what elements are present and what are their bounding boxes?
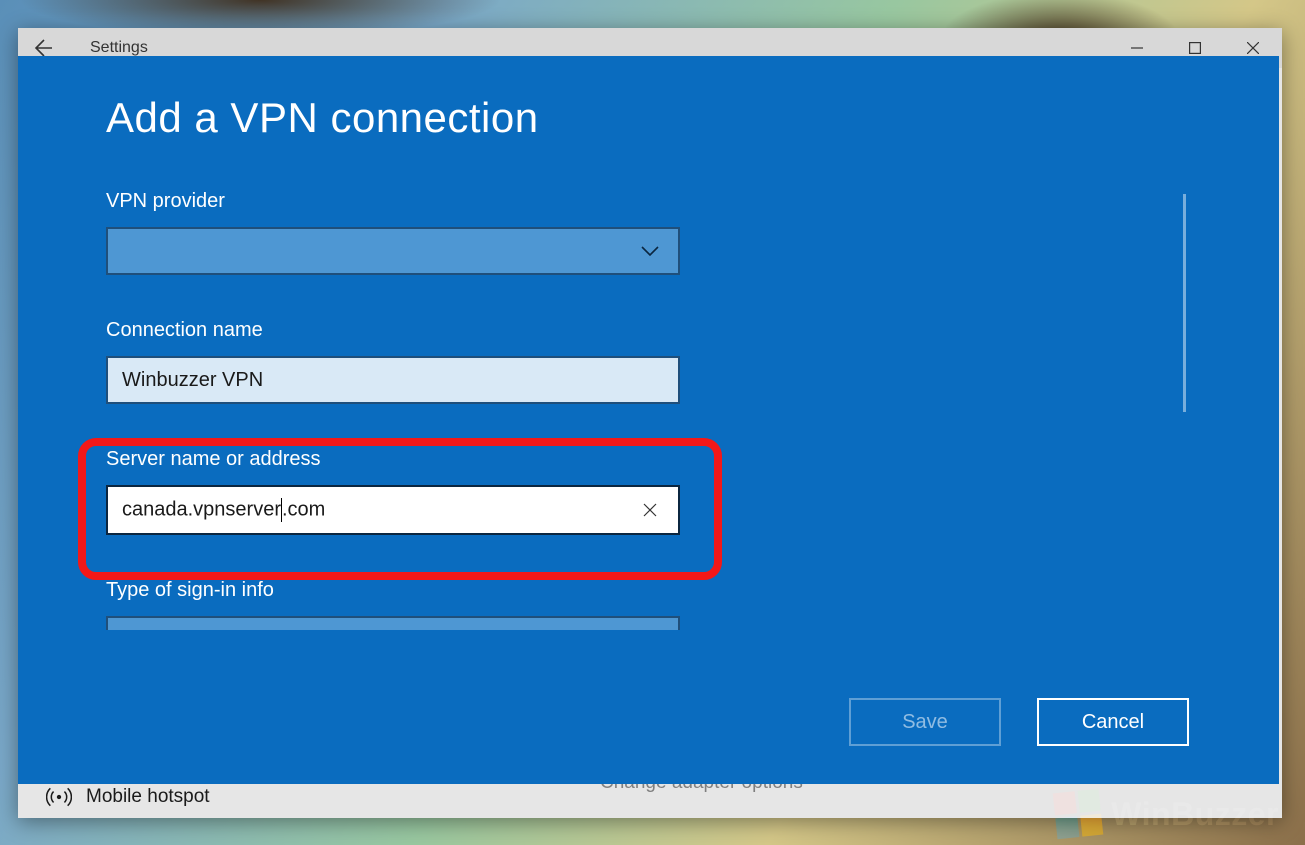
vpn-provider-dropdown[interactable]: [106, 227, 680, 275]
watermark-text: WinBuzzer: [1111, 796, 1279, 833]
connection-name-value: Winbuzzer VPN: [122, 369, 263, 392]
close-icon: [1247, 42, 1259, 54]
sidebar-item-label: Mobile hotspot: [86, 786, 210, 808]
server-address-input[interactable]: canada.vpnserver.com: [106, 485, 680, 535]
minimize-icon: [1131, 42, 1143, 54]
scrollbar[interactable]: [1183, 194, 1186, 412]
label-vpn-provider: VPN provider: [106, 190, 706, 213]
x-icon: [643, 503, 657, 517]
modal-body: Add a VPN connection VPN provider Connec…: [106, 94, 706, 630]
arrow-left-icon: [32, 38, 52, 58]
label-connection-name: Connection name: [106, 319, 706, 342]
modal-footer: Save Cancel: [849, 698, 1189, 746]
clear-input-button[interactable]: [636, 496, 664, 524]
modal-heading: Add a VPN connection: [106, 94, 706, 142]
window-title: Settings: [90, 39, 148, 57]
label-server-address: Server name or address: [106, 448, 706, 471]
watermark: WinBuzzer: [1055, 791, 1279, 837]
add-vpn-modal: Add a VPN connection VPN provider Connec…: [18, 56, 1279, 784]
signin-type-dropdown[interactable]: [106, 616, 680, 630]
save-button[interactable]: Save: [849, 698, 1001, 746]
hotspot-icon: [46, 784, 72, 810]
desktop-wallpaper: Settings Mobile hotspot Change adapter o…: [0, 0, 1305, 845]
winbuzzer-logo-icon: [1053, 789, 1104, 840]
maximize-icon: [1189, 42, 1201, 54]
chevron-down-icon: [640, 245, 660, 257]
label-signin-type: Type of sign-in info: [106, 579, 706, 602]
cancel-button[interactable]: Cancel: [1037, 698, 1189, 746]
server-address-value: canada.vpnserver.com: [122, 498, 325, 522]
sidebar-item-hotspot[interactable]: Mobile hotspot: [46, 784, 210, 810]
connection-name-input[interactable]: Winbuzzer VPN: [106, 356, 680, 404]
